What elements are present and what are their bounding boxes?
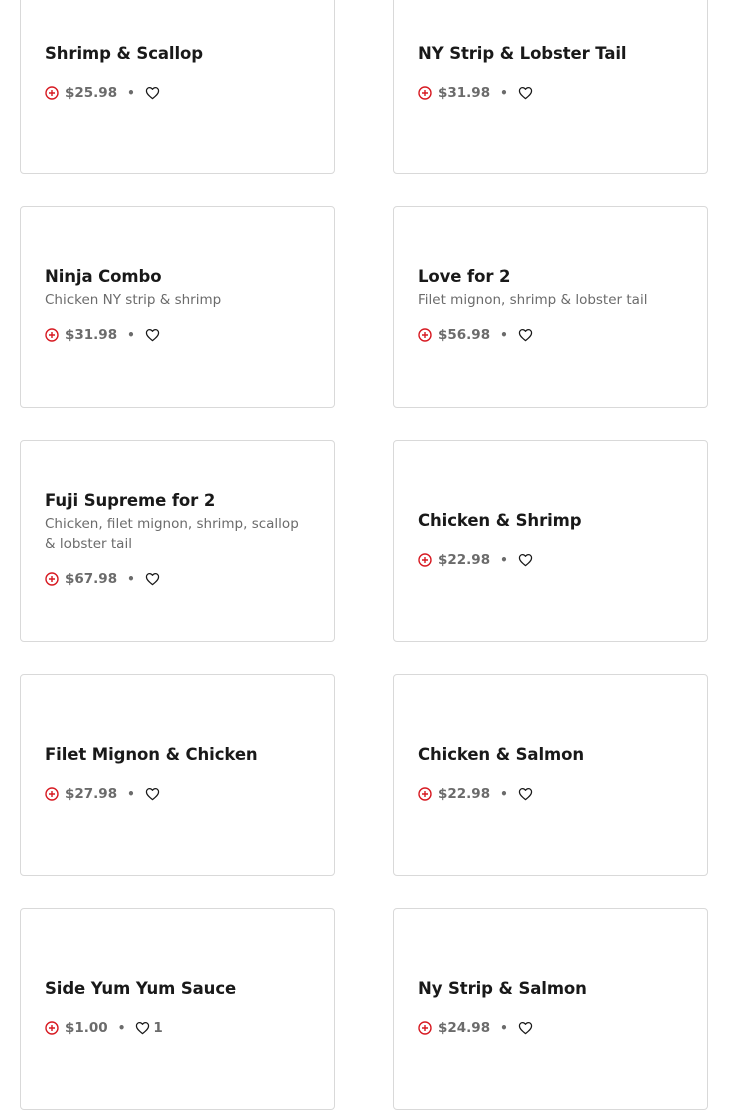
item-price: $31.98 [438,85,491,101]
item-price: $56.98 [438,327,491,343]
menu-item-card[interactable]: Fuji Supreme for 2 Chicken, filet mignon… [20,440,335,642]
item-meta: $27.98 • [45,784,310,804]
heart-outline-icon[interactable] [145,86,160,100]
heart-outline-icon[interactable] [518,328,533,342]
item-price: $67.98 [65,571,118,587]
item-title: Fuji Supreme for 2 [45,491,216,510]
menu-item-card[interactable]: Love for 2 Filet mignon, shrimp & lobste… [393,206,708,408]
menu-item-card[interactable]: Ninja Combo Chicken NY strip & shrimp $3… [20,206,335,408]
item-description: Chicken NY strip & shrimp [45,292,222,308]
heart-outline-icon[interactable] [135,1021,150,1035]
item-title: Filet Mignon & Chicken [45,745,258,764]
item-price: $22.98 [438,786,491,802]
item-meta: $24.98 • [418,1018,683,1038]
separator-dot: • [127,86,135,100]
add-circle-icon[interactable] [418,328,432,342]
item-description: Chicken, filet mignon, shrimp, scallop &… [45,516,299,552]
separator-dot: • [500,553,508,567]
menu-item-card[interactable]: Chicken & Shrimp $22.98 • [393,440,708,642]
item-title: Chicken & Shrimp [418,511,582,530]
item-description: Filet mignon, shrimp & lobster tail [418,292,648,308]
add-circle-icon[interactable] [45,1021,59,1035]
heart-outline-icon[interactable] [145,787,160,801]
item-title: Ninja Combo [45,267,162,286]
menu-item-card[interactable]: NY Strip & Lobster Tail $31.98 • [393,0,708,174]
add-circle-icon[interactable] [418,86,432,100]
separator-dot: • [500,787,508,801]
add-circle-icon[interactable] [45,787,59,801]
item-title: NY Strip & Lobster Tail [418,44,627,63]
separator-dot: • [127,787,135,801]
item-price: $1.00 [65,1020,108,1036]
item-title: Chicken & Salmon [418,745,584,764]
menu-item-card[interactable]: Chicken & Salmon $22.98 • [393,674,708,876]
item-title: Shrimp & Scallop [45,44,203,63]
menu-item-card[interactable]: Shrimp & Scallop $25.98 • [20,0,335,174]
heart-outline-icon[interactable] [518,553,533,567]
menu-item-card[interactable]: Ny Strip & Salmon $24.98 • [393,908,708,1110]
item-meta: $67.98 • [45,569,310,589]
item-meta: $22.98 • [418,550,683,570]
heart-outline-icon[interactable] [145,572,160,586]
add-circle-icon[interactable] [418,787,432,801]
item-title: Side Yum Yum Sauce [45,979,237,998]
menu-item-card[interactable]: Filet Mignon & Chicken $27.98 • [20,674,335,876]
separator-dot: • [127,328,135,342]
item-price: $22.98 [438,552,491,568]
item-meta: $25.98 • [45,83,310,103]
add-circle-icon[interactable] [45,86,59,100]
heart-outline-icon[interactable] [145,328,160,342]
item-meta: $56.98 • [418,325,683,345]
item-meta: $1.00 • 1 [45,1018,310,1038]
item-price: $27.98 [65,786,118,802]
menu-item-card[interactable]: Side Yum Yum Sauce $1.00 • 1 [20,908,335,1110]
item-price: $31.98 [65,327,118,343]
add-circle-icon[interactable] [418,553,432,567]
separator-dot: • [500,328,508,342]
add-circle-icon[interactable] [45,328,59,342]
item-price: $24.98 [438,1020,491,1036]
separator-dot: • [127,572,135,586]
add-circle-icon[interactable] [418,1021,432,1035]
separator-dot: • [500,86,508,100]
item-meta: $31.98 • [418,83,683,103]
separator-dot: • [117,1021,126,1035]
item-price: $25.98 [65,85,118,101]
item-title: Love for 2 [418,267,511,286]
item-title: Ny Strip & Salmon [418,979,587,998]
heart-outline-icon[interactable] [518,1021,533,1035]
like-count: 1 [153,1020,163,1036]
heart-outline-icon[interactable] [518,86,533,100]
item-meta: $22.98 • [418,784,683,804]
item-meta: $31.98 • [45,325,310,345]
heart-outline-icon[interactable] [518,787,533,801]
separator-dot: • [500,1021,508,1035]
add-circle-icon[interactable] [45,572,59,586]
